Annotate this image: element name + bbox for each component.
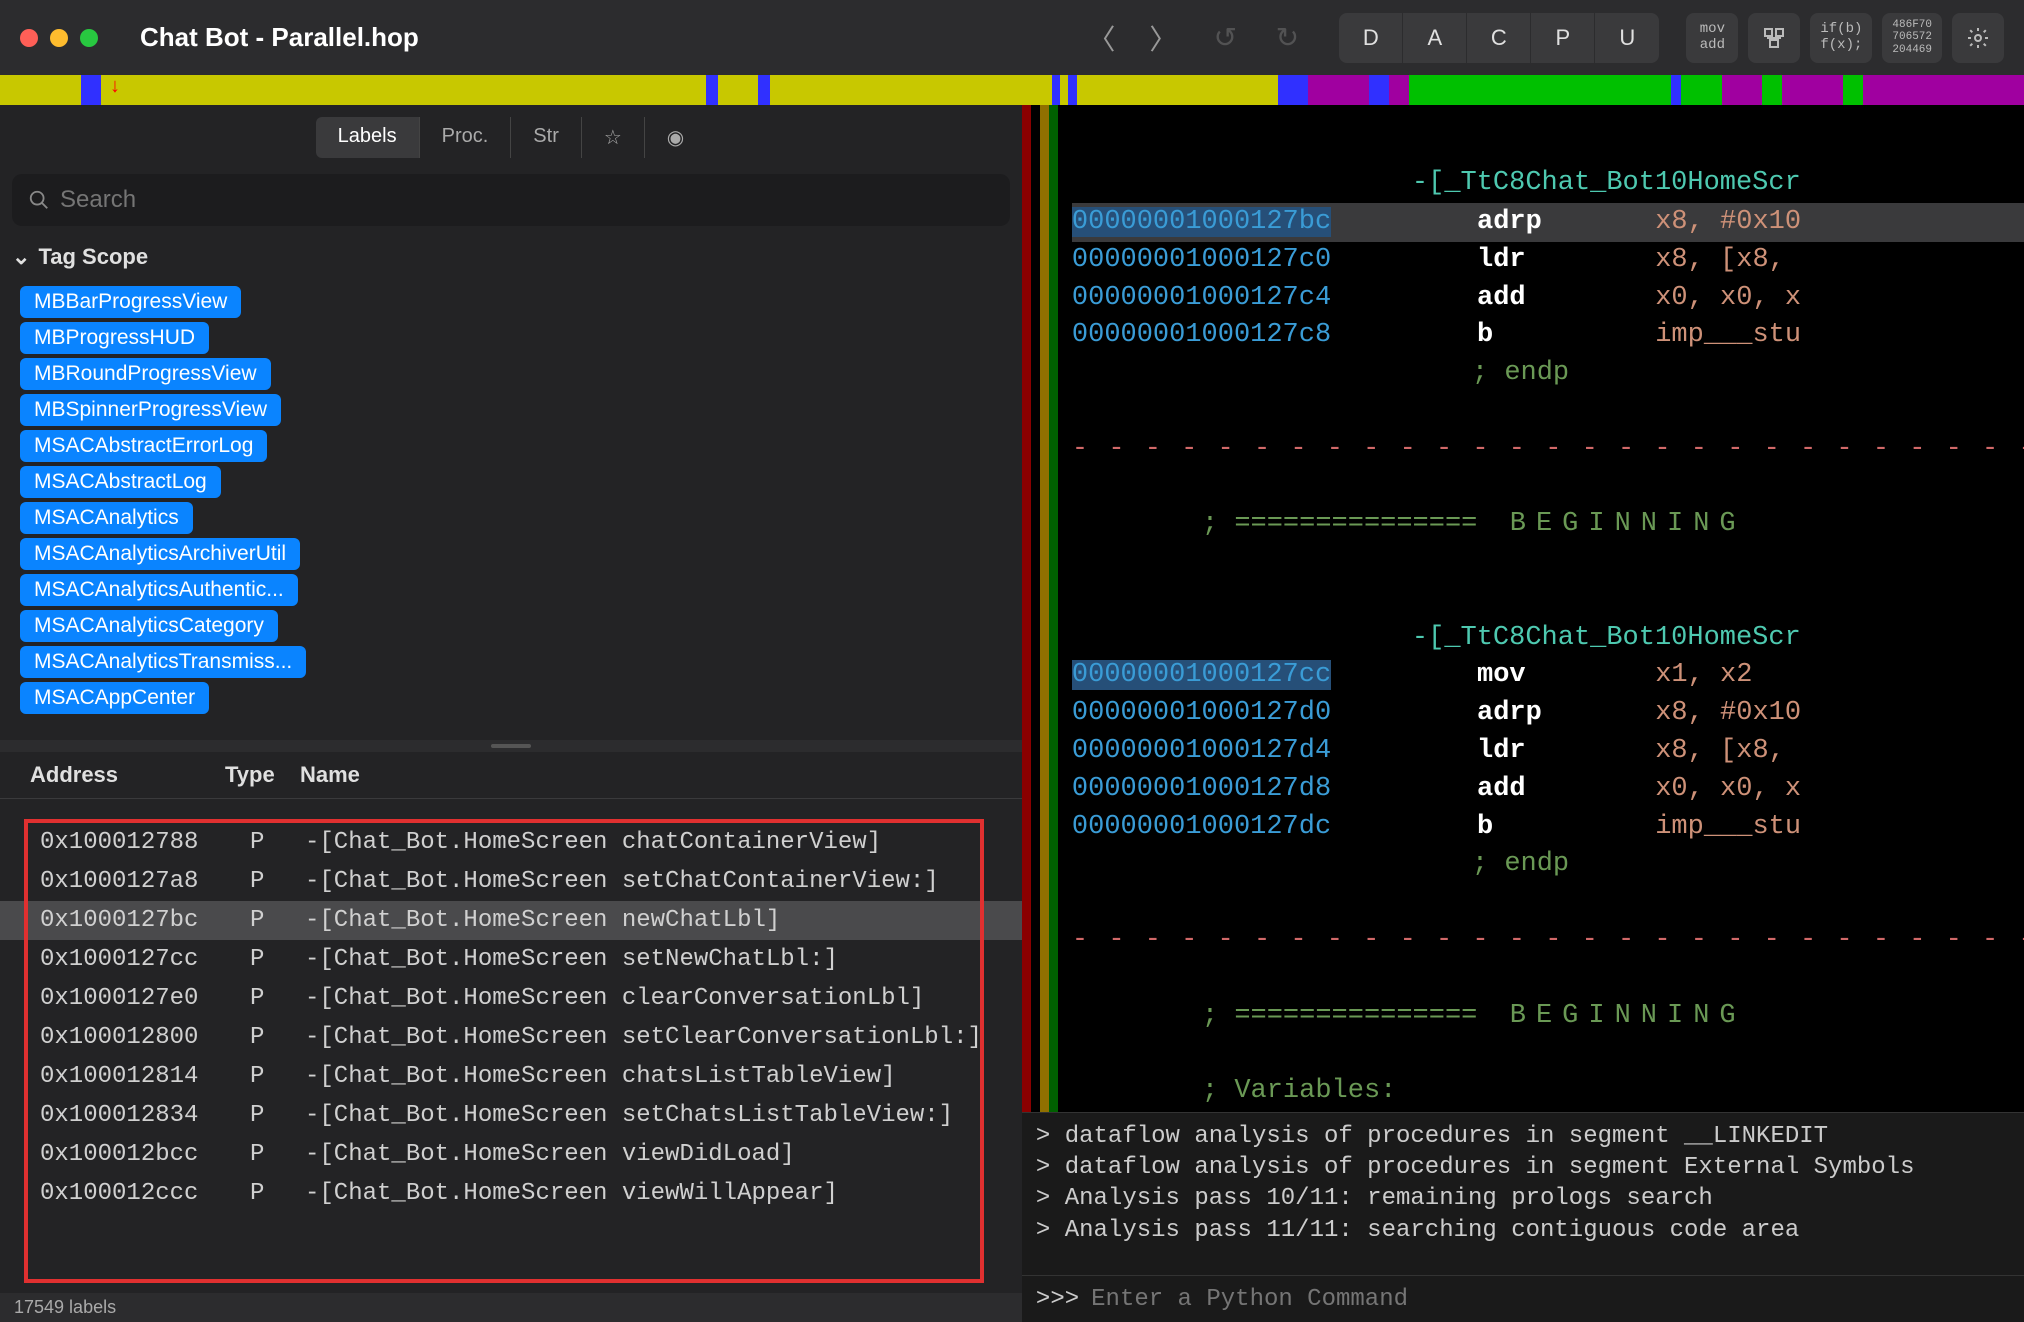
tag-item[interactable]: MSACAnalytics: [20, 502, 193, 534]
tab-star[interactable]: ☆: [582, 117, 645, 158]
tag-item[interactable]: MSACAnalyticsCategory: [20, 610, 278, 642]
tab-record[interactable]: ◉: [645, 117, 706, 158]
window-title: Chat Bot - Parallel.hop: [140, 22, 419, 53]
panel-splitter[interactable]: [0, 740, 1022, 752]
tag-item[interactable]: MBSpinnerProgressView: [20, 394, 281, 426]
tag-item[interactable]: MSACAnalyticsTransmiss...: [20, 646, 306, 678]
record-icon: ◉: [667, 127, 684, 149]
table-row[interactable]: 0x100012800P-[Chat_Bot.HomeScreen setCle…: [0, 1018, 1022, 1057]
titlebar: Chat Bot - Parallel.hop 〈 〉 ↺ ↻ D A C P …: [0, 0, 2024, 75]
tag-item[interactable]: MBBarProgressView: [20, 286, 241, 318]
mode-button-u[interactable]: U: [1595, 13, 1659, 63]
undo-button[interactable]: ↺: [1200, 13, 1250, 63]
tag-scope-title: Tag Scope: [38, 244, 148, 270]
traffic-lights: [20, 29, 98, 47]
redo-button[interactable]: ↻: [1262, 13, 1312, 63]
nav-forward-button[interactable]: 〉: [1138, 13, 1188, 63]
col-header-name[interactable]: Name: [300, 762, 992, 788]
col-header-address[interactable]: Address: [30, 762, 225, 788]
tab-labels[interactable]: Labels: [316, 117, 420, 158]
console-prompt: >>>: [1036, 1286, 1079, 1313]
navigation-overview-bar[interactable]: ↓: [0, 75, 2024, 105]
labels-table-body: 0x100012788P-[Chat_Bot.HomeScreen chatCo…: [0, 799, 1022, 1293]
disassembly-view[interactable]: -[_TtC8Chat_Bot10HomeScr 00000001000127b…: [1022, 105, 2024, 1112]
search-input[interactable]: [60, 186, 994, 214]
console-line: > Analysis pass 10/11: remaining prologs…: [1036, 1183, 2024, 1214]
table-row[interactable]: 0x100012cccP-[Chat_Bot.HomeScreen viewWi…: [0, 1174, 1022, 1213]
search-icon: [28, 189, 50, 211]
console-log: > dataflow analysis of procedures in seg…: [1022, 1113, 2024, 1275]
undo-icon: ↺: [1214, 21, 1237, 54]
console-line: > dataflow analysis of procedures in seg…: [1036, 1152, 2024, 1183]
proc-title: -[_TtC8Chat_Bot10HomeScr: [1412, 623, 1801, 653]
search-box[interactable]: [12, 174, 1010, 226]
disasm-gutter: [1022, 105, 1058, 1112]
chevron-down-icon: ⌄: [12, 244, 30, 270]
current-position-marker: ↓: [110, 75, 120, 98]
view-mode-segmented: D A C P U: [1339, 13, 1659, 63]
layout-icon: [1762, 26, 1786, 50]
proc-title: -[_TtC8Chat_Bot10HomeScr: [1412, 168, 1801, 198]
minimize-window-button[interactable]: [50, 29, 68, 47]
console-line: > dataflow analysis of procedures in seg…: [1036, 1121, 2024, 1152]
mode-button-a[interactable]: A: [1403, 13, 1467, 63]
tag-item[interactable]: MSACAppCenter: [20, 682, 209, 714]
hex-button[interactable]: 486F70 706572 204469: [1882, 13, 1942, 63]
tag-item[interactable]: MSACAnalyticsAuthentic...: [20, 574, 298, 606]
status-bar: 17549 labels: [0, 1293, 1022, 1322]
tag-item[interactable]: MBRoundProgressView: [20, 358, 271, 390]
col-header-type[interactable]: Type: [225, 762, 300, 788]
console-line: > Analysis pass 11/11: searching contigu…: [1036, 1215, 2024, 1246]
tag-item[interactable]: MSACAbstractLog: [20, 466, 221, 498]
mode-button-d[interactable]: D: [1339, 13, 1403, 63]
layout-button[interactable]: [1748, 13, 1800, 63]
table-row[interactable]: 0x1000127bcP-[Chat_Bot.HomeScreen newCha…: [0, 901, 1022, 940]
labels-table-header: Address Type Name: [0, 752, 1022, 799]
pseudocode-button[interactable]: if(b) f(x);: [1810, 13, 1872, 63]
gear-icon: [1966, 26, 1990, 50]
table-row[interactable]: 0x1000127e0P-[Chat_Bot.HomeScreen clearC…: [0, 979, 1022, 1018]
right-panel: -[_TtC8Chat_Bot10HomeScr 00000001000127b…: [1022, 105, 2024, 1322]
left-sidebar: Labels Proc. Str ☆ ◉ ⌄ Tag Scope MBBarPr…: [0, 105, 1022, 1322]
tab-proc[interactable]: Proc.: [420, 117, 512, 158]
nav-back-button[interactable]: 〈: [1076, 13, 1126, 63]
transform-button[interactable]: mov add: [1686, 13, 1738, 63]
chevron-right-icon: 〉: [1149, 18, 1177, 58]
settings-button[interactable]: [1952, 13, 2004, 63]
console-input[interactable]: [1091, 1286, 2019, 1313]
fullscreen-window-button[interactable]: [80, 29, 98, 47]
filter-tabs: Labels Proc. Str ☆ ◉: [0, 105, 1022, 166]
table-row[interactable]: 0x100012834P-[Chat_Bot.HomeScreen setCha…: [0, 1096, 1022, 1135]
mode-button-p[interactable]: P: [1531, 13, 1595, 63]
tags-list: MBBarProgressView MBProgressHUD MBRoundP…: [0, 280, 1022, 740]
close-window-button[interactable]: [20, 29, 38, 47]
tag-item[interactable]: MSACAnalyticsArchiverUtil: [20, 538, 300, 570]
python-console: > dataflow analysis of procedures in seg…: [1022, 1112, 2024, 1322]
tag-scope-toggle[interactable]: ⌄ Tag Scope: [0, 234, 1022, 280]
table-row[interactable]: 0x100012814P-[Chat_Bot.HomeScreen chatsL…: [0, 1057, 1022, 1096]
table-row[interactable]: 0x100012bccP-[Chat_Bot.HomeScreen viewDi…: [0, 1135, 1022, 1174]
tag-item[interactable]: MBProgressHUD: [20, 322, 209, 354]
tag-item[interactable]: MSACAbstractErrorLog: [20, 430, 267, 462]
table-row[interactable]: 0x1000127a8P-[Chat_Bot.HomeScreen setCha…: [0, 862, 1022, 901]
labels-table: Address Type Name 0x100012788P-[Chat_Bot…: [0, 752, 1022, 1293]
redo-icon: ↻: [1276, 21, 1299, 54]
tab-str[interactable]: Str: [511, 117, 582, 158]
mode-button-c[interactable]: C: [1467, 13, 1531, 63]
table-row[interactable]: 0x1000127ccP-[Chat_Bot.HomeScreen setNew…: [0, 940, 1022, 979]
star-icon: ☆: [604, 127, 622, 149]
table-row[interactable]: 0x100012788P-[Chat_Bot.HomeScreen chatCo…: [0, 823, 1022, 862]
chevron-left-icon: 〈: [1087, 18, 1115, 58]
